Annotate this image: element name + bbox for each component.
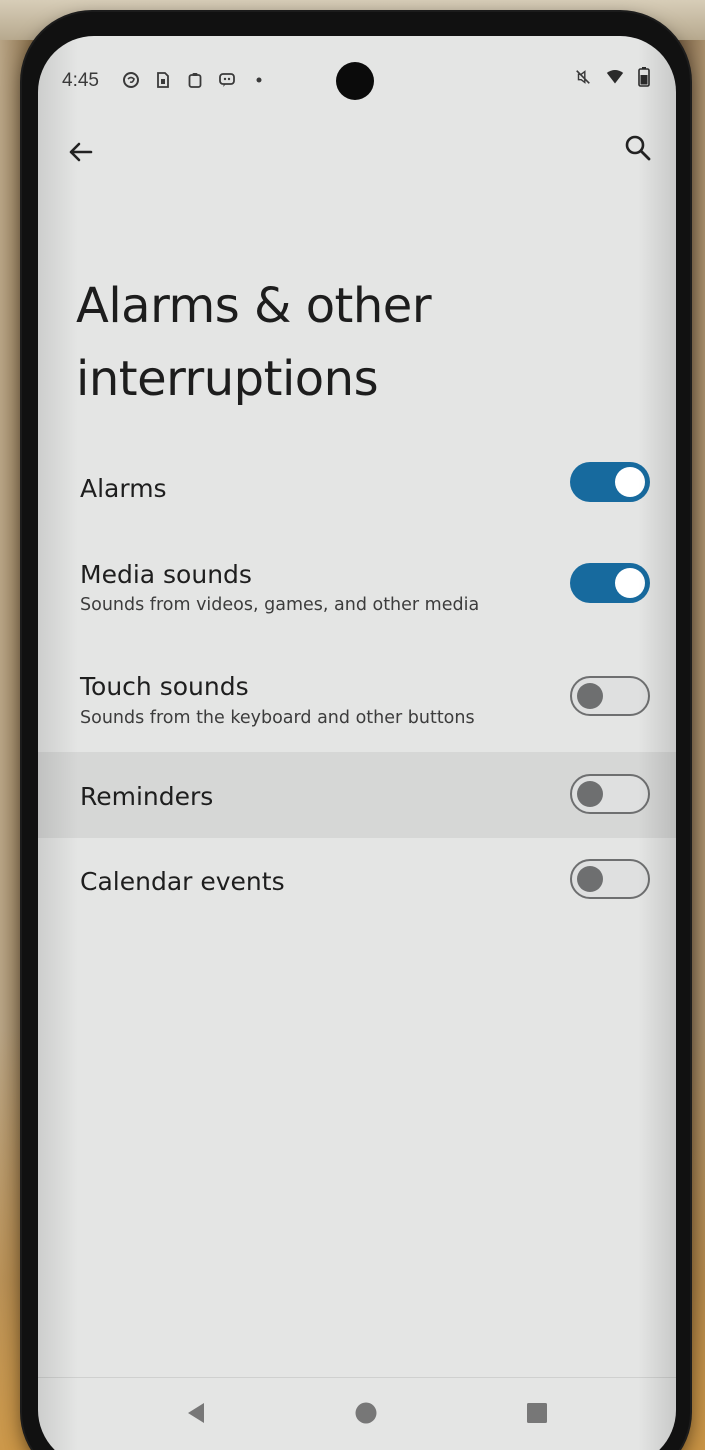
setting-summary: Sounds from the keyboard and other butto… — [80, 708, 475, 728]
setting-label: Media sounds — [80, 560, 252, 589]
setting-row-reminders[interactable]: Reminders — [38, 752, 676, 838]
setting-summary: Sounds from videos, games, and other med… — [80, 595, 480, 615]
messages-icon — [218, 71, 236, 89]
arrow-back-icon — [69, 142, 93, 162]
touch-sounds-switch[interactable] — [570, 676, 650, 716]
notification-icons — [122, 71, 268, 89]
setting-label: Touch sounds — [80, 672, 249, 701]
nav-home-icon — [355, 1402, 377, 1424]
nav-recents-button[interactable] — [522, 1398, 552, 1428]
switch-thumb — [577, 866, 603, 892]
wifi-icon — [606, 68, 624, 86]
switch-thumb — [577, 683, 603, 709]
switch-thumb — [577, 781, 603, 807]
setting-row-alarms[interactable]: Alarms — [38, 440, 676, 520]
threads-icon — [122, 71, 140, 89]
status-bar: 4:45 — [38, 36, 676, 126]
search-icon — [625, 135, 651, 161]
setting-row-touch-sounds[interactable]: Touch sounds Sounds from the keyboard an… — [38, 650, 676, 750]
reminders-switch[interactable] — [570, 774, 650, 814]
nav-back-button[interactable] — [180, 1398, 210, 1428]
setting-label: Reminders — [80, 782, 214, 811]
status-time: 4:45 — [62, 70, 99, 91]
front-camera — [336, 62, 374, 100]
setting-label: Calendar events — [80, 867, 285, 896]
nav-back-icon — [188, 1403, 204, 1423]
switch-thumb — [615, 568, 645, 598]
calendar-events-switch[interactable] — [570, 859, 650, 899]
setting-row-media-sounds[interactable]: Media sounds Sounds from videos, games, … — [38, 540, 676, 640]
page-title: Alarms & other interruptions — [76, 278, 432, 407]
sim-icon — [154, 71, 172, 89]
clipboard-icon — [186, 71, 204, 89]
system-status-icons — [574, 67, 650, 87]
nav-home-button[interactable] — [351, 1398, 381, 1428]
search-button[interactable] — [618, 128, 658, 168]
phone-screen: 4:45 Alarms & other interruptions Alarms… — [38, 36, 676, 1450]
media-sounds-switch[interactable] — [570, 563, 650, 603]
switch-thumb — [615, 467, 645, 497]
navigation-bar — [38, 1377, 676, 1450]
dot-icon — [250, 71, 268, 89]
battery-icon — [638, 67, 650, 87]
alarms-switch[interactable] — [570, 462, 650, 502]
mute-icon — [574, 68, 592, 86]
back-button[interactable] — [60, 132, 100, 172]
setting-label: Alarms — [80, 474, 167, 503]
nav-recents-icon — [527, 1403, 547, 1423]
setting-row-calendar-events[interactable]: Calendar events — [38, 840, 676, 920]
